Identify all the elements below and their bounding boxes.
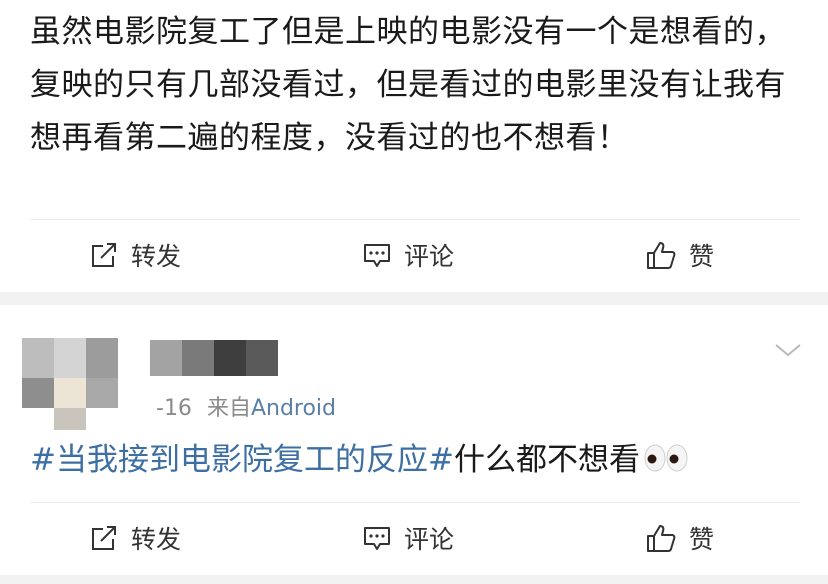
comment-icon xyxy=(364,527,390,550)
eyes-emoji-icon xyxy=(644,444,688,472)
repost-icon xyxy=(92,526,116,550)
topic-link[interactable]: #当我接到电影院复工的反应# xyxy=(30,442,454,478)
comment-button[interactable]: 评论 xyxy=(362,220,454,290)
card-separator xyxy=(0,575,828,584)
like-icon xyxy=(647,525,676,552)
post-card-2: -16 来自Android #当我接到电影院复工的反应#什么都不想看 转发 评论 xyxy=(0,305,828,584)
chevron-down-icon[interactable] xyxy=(773,341,803,359)
comment-label: 评论 xyxy=(404,525,455,554)
post-meta: -16 来自Android xyxy=(156,390,336,422)
like-button[interactable]: 赞 xyxy=(645,220,714,290)
repost-button[interactable]: 转发 xyxy=(89,503,181,573)
card-separator xyxy=(0,292,828,305)
like-label: 赞 xyxy=(689,525,715,554)
post-body-text: 虽然电影院复工了但是上映的电影没有一个是想看的，复映的只有几部没看过，但是看过的… xyxy=(30,14,786,156)
action-bar: 转发 评论 赞 xyxy=(0,503,828,573)
comment-icon xyxy=(364,244,390,267)
repost-button[interactable]: 转发 xyxy=(89,220,181,290)
action-bar: 转发 评论 赞 xyxy=(0,220,828,290)
post-body: #当我接到电影院复工的反应#什么都不想看 xyxy=(30,435,688,485)
source-prefix: 来自 xyxy=(206,396,251,421)
post-time: -16 xyxy=(156,396,192,421)
post-body-text: 什么都不想看 xyxy=(453,442,640,478)
post-card-1: 虽然电影院复工了但是上映的电影没有一个是想看的，复映的只有几部没看过，但是看过的… xyxy=(0,0,828,292)
like-icon xyxy=(647,242,676,269)
source-link[interactable]: Android xyxy=(251,396,336,421)
username-redacted[interactable] xyxy=(150,340,278,376)
repost-label: 转发 xyxy=(131,525,182,554)
comment-button[interactable]: 评论 xyxy=(362,503,454,573)
repost-label: 转发 xyxy=(131,242,182,271)
like-button[interactable]: 赞 xyxy=(645,503,714,573)
comment-label: 评论 xyxy=(404,242,455,271)
avatar[interactable] xyxy=(22,338,118,430)
repost-icon xyxy=(92,243,116,267)
like-label: 赞 xyxy=(689,242,715,271)
